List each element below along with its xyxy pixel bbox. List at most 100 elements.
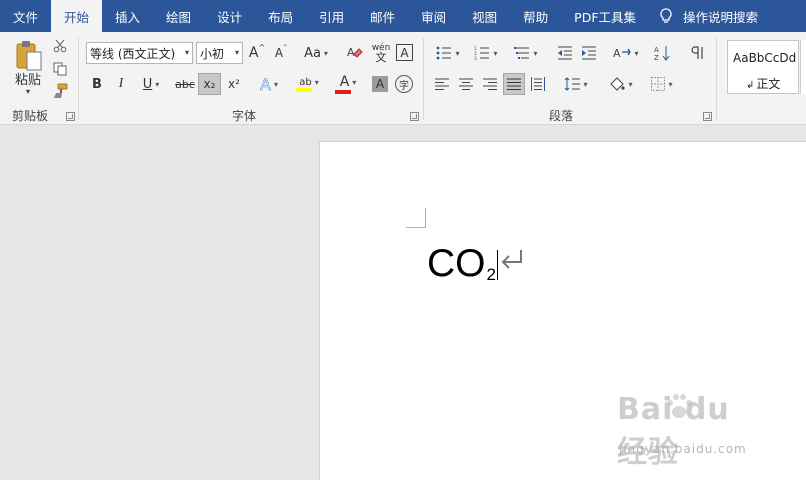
font-name-combo[interactable]: 等线 (西文正文) ▾: [86, 42, 193, 64]
underline-button[interactable]: U ▾: [136, 74, 166, 94]
sort-button[interactable]: AZ: [652, 44, 672, 62]
borders-button[interactable]: ▾: [645, 74, 679, 94]
tell-me-search[interactable]: 操作说明搜索: [649, 0, 771, 32]
show-formatting-marks-button[interactable]: [688, 44, 706, 62]
group-divider: [78, 38, 79, 120]
paw-icon: [667, 394, 692, 418]
tab-draw[interactable]: 绘图: [153, 0, 204, 32]
clipboard-dialog-launcher-icon[interactable]: [66, 112, 75, 121]
bullets-button[interactable]: ▾: [432, 44, 464, 62]
shrink-font-button[interactable]: Aˇ: [272, 44, 290, 62]
svg-text:3: 3: [474, 56, 477, 60]
line-spacing-button[interactable]: ▾: [559, 74, 593, 94]
tab-mailings[interactable]: 邮件: [357, 0, 408, 32]
format-painter-icon[interactable]: [51, 82, 69, 100]
align-right-icon: [483, 78, 497, 90]
justify-button[interactable]: [503, 73, 525, 95]
align-right-button[interactable]: [480, 74, 500, 94]
superscript-button[interactable]: x²: [224, 74, 244, 94]
shading-button[interactable]: ▾: [604, 74, 638, 94]
font-group-label: 字体: [232, 109, 257, 123]
paint-bucket-icon: [610, 77, 626, 91]
paste-button[interactable]: 粘贴: [10, 70, 46, 88]
sort-icon: AZ: [654, 46, 670, 61]
tab-design[interactable]: 设计: [204, 0, 255, 32]
tab-insert[interactable]: 插入: [102, 0, 153, 32]
paste-dropdown-chevron-icon[interactable]: ▾: [22, 86, 34, 96]
align-left-icon: [435, 78, 449, 90]
tab-review[interactable]: 审阅: [408, 0, 459, 32]
clear-formatting-button[interactable]: A: [345, 44, 365, 62]
align-center-button[interactable]: [456, 74, 476, 94]
numbering-icon: 123: [474, 46, 490, 60]
tab-view[interactable]: 视图: [459, 0, 510, 32]
ribbon-tab-bar: 文件 开始 插入 绘图 设计 布局 引用 邮件 审阅 视图 帮助 PDF工具集 …: [0, 0, 806, 32]
copy-icon[interactable]: [51, 60, 69, 78]
font-color-icon: A: [339, 74, 350, 90]
paragraph-dialog-launcher-icon[interactable]: [703, 112, 712, 121]
character-border-button[interactable]: A: [396, 44, 413, 61]
document-subscript-text[interactable]: 2: [487, 265, 496, 285]
text-effects-button[interactable]: A ▾: [254, 74, 284, 94]
decrease-indent-icon: [558, 46, 572, 60]
clipboard-group-label: 剪贴板: [12, 109, 49, 123]
font-color-button[interactable]: A ▾: [332, 74, 364, 94]
change-case-button[interactable]: Aa ▾: [300, 44, 332, 62]
watermark-url: jingyan.baidu.com: [619, 442, 747, 456]
group-divider: [423, 38, 424, 120]
numbering-button[interactable]: 123 ▾: [470, 44, 502, 62]
strikethrough-button[interactable]: abc: [173, 74, 197, 94]
distributed-button[interactable]: [528, 74, 548, 94]
paragraph-mark-icon: [691, 46, 703, 59]
enclose-characters-icon: 字: [399, 80, 409, 92]
character-shading-button[interactable]: A: [372, 76, 388, 92]
increase-indent-button[interactable]: [579, 44, 599, 62]
tab-layout[interactable]: 布局: [255, 0, 306, 32]
align-center-icon: [459, 78, 473, 90]
grow-font-button[interactable]: A ^: [248, 43, 266, 62]
chinese-layout-icon: A: [613, 47, 632, 60]
align-left-button[interactable]: [432, 74, 452, 94]
subscript-button[interactable]: x₂: [198, 73, 221, 95]
tab-help[interactable]: 帮助: [510, 0, 561, 32]
enclose-characters-button[interactable]: 字: [395, 75, 413, 93]
group-divider: [716, 38, 717, 120]
font-size-combo[interactable]: 小初 ▾: [196, 42, 243, 64]
svg-text:A: A: [347, 46, 355, 59]
bold-button[interactable]: B: [88, 74, 106, 94]
document-text[interactable]: CO: [427, 242, 486, 286]
tab-home[interactable]: 开始: [51, 0, 103, 32]
style-normal-card[interactable]: AaBbCcDd ↲ 正文: [727, 40, 799, 94]
eraser-icon: A: [347, 46, 363, 59]
chinese-layout-button[interactable]: A ▾: [610, 44, 642, 62]
font-dialog-launcher-icon[interactable]: [410, 112, 419, 121]
style-name-text: 正文: [756, 77, 781, 91]
decrease-indent-button[interactable]: [555, 44, 575, 62]
chevron-down-icon: ▾: [234, 48, 239, 57]
tab-file[interactable]: 文件: [0, 0, 51, 32]
character-border-icon: A: [400, 45, 409, 60]
document-paragraph[interactable]: CO 2: [427, 242, 525, 286]
tab-pdf-tools[interactable]: PDF工具集: [561, 0, 649, 32]
tab-references[interactable]: 引用: [306, 0, 357, 32]
grow-font-icon: A: [248, 45, 259, 61]
phonetic-guide-button[interactable]: wén 文: [371, 42, 391, 64]
svg-text:Z: Z: [654, 54, 659, 61]
style-sample-text: AaBbCcDd: [733, 51, 797, 65]
text-caret: [496, 250, 498, 280]
borders-icon: [651, 77, 666, 91]
bullets-icon: [437, 46, 452, 60]
justify-icon: [507, 78, 521, 90]
style-next-card[interactable]: [800, 40, 806, 94]
line-spacing-icon: [565, 77, 581, 91]
cut-icon[interactable]: [51, 37, 69, 55]
paragraph-group-label: 段落: [549, 109, 574, 123]
tell-me-label: 操作说明搜索: [683, 9, 759, 25]
text-effects-icon: A: [260, 74, 271, 94]
ribbon-home: 粘贴 ▾ 剪贴板 等线 (西文正文) ▾ 小初 ▾ A ^ Aˇ Aa ▾ A wé…: [0, 32, 806, 125]
font-size-value: 小初: [200, 46, 225, 61]
increase-indent-icon: [582, 46, 596, 60]
italic-button[interactable]: I: [112, 74, 130, 94]
multilevel-list-button[interactable]: ▾: [510, 44, 542, 62]
highlight-button[interactable]: ab ▾: [292, 74, 326, 94]
